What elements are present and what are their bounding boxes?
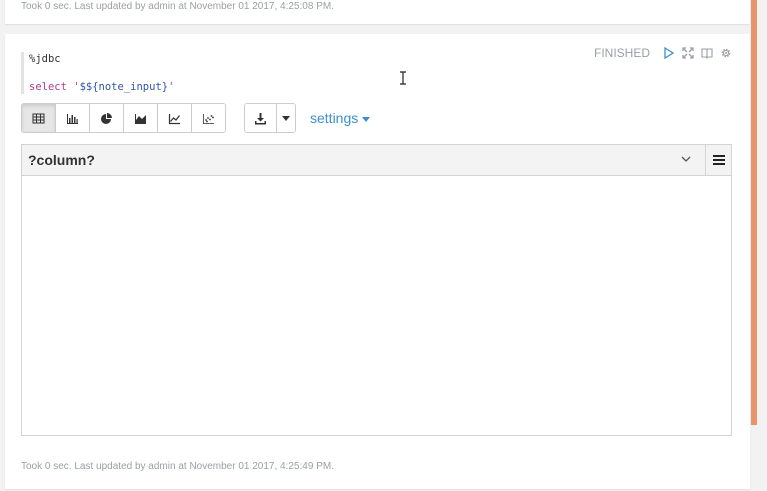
pie-chart-icon bbox=[101, 112, 112, 124]
caret-down-icon bbox=[362, 116, 371, 122]
area-chart-icon bbox=[135, 113, 146, 124]
table-icon bbox=[32, 113, 45, 123]
run-icon[interactable] bbox=[663, 47, 675, 59]
pie-chart-button[interactable] bbox=[90, 104, 124, 132]
paragraph-footer: Took 0 sec. Last updated by admin at Nov… bbox=[21, 461, 334, 472]
gear-icon[interactable] bbox=[720, 47, 732, 59]
previous-paragraph-footer: Took 0 sec. Last updated by admin at Nov… bbox=[21, 1, 334, 12]
paragraph-controls: FINISHED bbox=[594, 46, 732, 60]
query-variable: $${note_input} bbox=[79, 81, 169, 93]
text-cursor-icon bbox=[399, 71, 407, 89]
paragraph: %jdbc select '$${note_input}' FINISHED s… bbox=[5, 34, 750, 489]
line-chart-icon bbox=[168, 113, 180, 124]
settings-toggle[interactable]: settings bbox=[310, 110, 371, 126]
download-dropdown-toggle[interactable] bbox=[277, 104, 295, 132]
hamburger-icon bbox=[713, 155, 725, 165]
bar-chart-button[interactable] bbox=[56, 104, 90, 132]
settings-label: settings bbox=[310, 110, 359, 126]
grid-header: ?column? bbox=[22, 145, 731, 176]
scrollbar-track[interactable] bbox=[757, 0, 767, 491]
query-prefix: select ' bbox=[29, 81, 80, 93]
code-line-query[interactable]: select '$${note_input}' bbox=[29, 81, 174, 93]
editor-gutter bbox=[21, 52, 24, 94]
status-label: FINISHED bbox=[593, 46, 650, 60]
download-button[interactable] bbox=[245, 104, 277, 132]
line-chart-button[interactable] bbox=[158, 104, 192, 132]
table-view-button[interactable] bbox=[22, 104, 56, 132]
previous-paragraph: Took 0 sec. Last updated by admin at Nov… bbox=[5, 0, 750, 24]
download-controls bbox=[244, 103, 296, 133]
query-suffix: ' bbox=[168, 81, 175, 93]
expand-icon[interactable] bbox=[682, 47, 694, 59]
column-header[interactable]: ?column? bbox=[28, 152, 95, 168]
scatter-chart-icon bbox=[203, 113, 214, 124]
column-menu-chevron-icon[interactable] bbox=[678, 151, 694, 167]
scatter-chart-button[interactable] bbox=[192, 104, 225, 132]
download-icon bbox=[255, 112, 266, 124]
book-icon[interactable] bbox=[701, 47, 713, 59]
area-chart-button[interactable] bbox=[124, 104, 158, 132]
result-grid: ?column? bbox=[21, 144, 732, 436]
visualization-selector bbox=[21, 103, 226, 133]
caret-down-icon bbox=[282, 115, 290, 121]
code-line-interpreter[interactable]: %jdbc bbox=[29, 53, 61, 65]
grid-menu-button[interactable] bbox=[705, 145, 732, 175]
bar-chart-icon bbox=[67, 113, 78, 124]
